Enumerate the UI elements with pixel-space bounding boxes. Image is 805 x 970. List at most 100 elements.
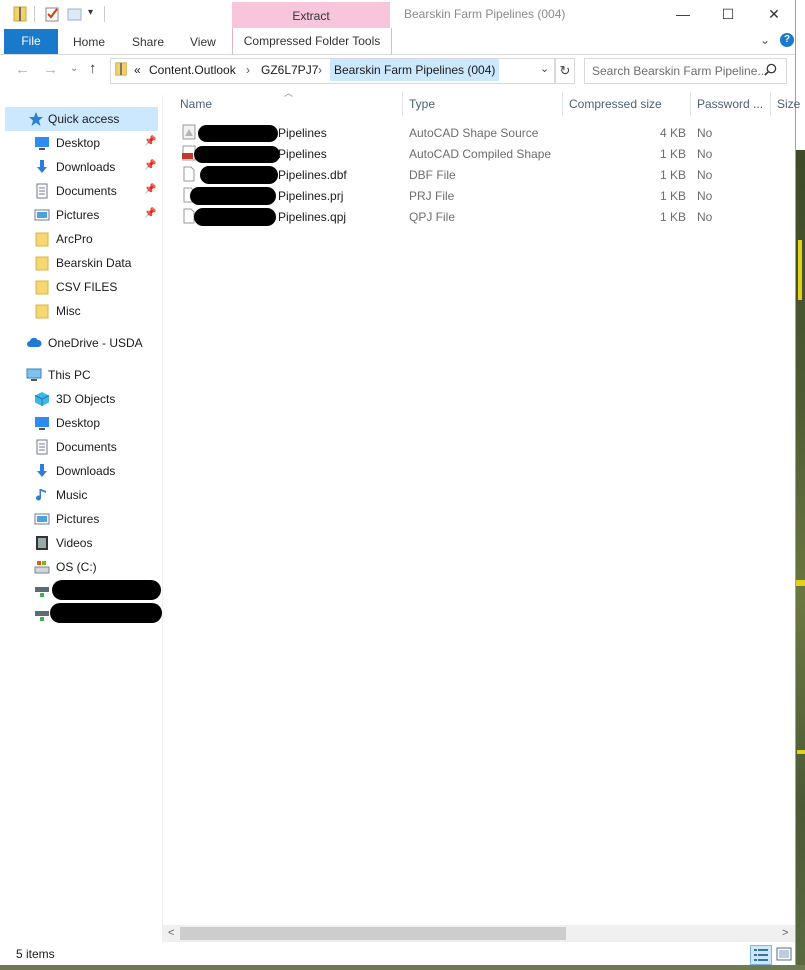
- column-header-compressed-size[interactable]: Compressed size: [569, 97, 662, 111]
- scroll-left-icon[interactable]: <: [168, 927, 174, 939]
- details-view-button[interactable]: [750, 945, 772, 965]
- breadcrumb-separator[interactable]: ›: [318, 63, 322, 77]
- shape-source-icon: [182, 124, 196, 140]
- nav-label: OneDrive - USDA: [48, 336, 143, 350]
- nav-label: Quick access: [48, 112, 120, 126]
- tab-home[interactable]: Home: [73, 35, 105, 49]
- nav-item-pictures[interactable]: Pictures 📌: [0, 203, 158, 227]
- column-header-password[interactable]: Password ...: [697, 97, 763, 111]
- column-divider[interactable]: [402, 92, 403, 116]
- file-row[interactable]: Pipelines.prj PRJ File 1 KB No: [176, 185, 786, 206]
- pictures-icon: [34, 513, 50, 525]
- nav-item-downloads-pc[interactable]: Downloads: [0, 459, 158, 483]
- nav-label: Documents: [56, 184, 117, 198]
- properties-icon[interactable]: [44, 6, 60, 22]
- nav-this-pc[interactable]: This PC: [0, 363, 158, 387]
- breadcrumb-content-outlook[interactable]: Content.Outlook: [149, 63, 236, 77]
- new-folder-icon[interactable]: [67, 6, 83, 22]
- back-arrow-icon[interactable]: ←: [15, 61, 30, 78]
- tab-view[interactable]: View: [190, 35, 216, 49]
- nav-item-music[interactable]: Music: [0, 483, 158, 507]
- nav-item-os-drive[interactable]: OS (C:): [0, 555, 158, 579]
- close-button[interactable]: ✕: [751, 0, 797, 30]
- nav-item-videos[interactable]: Videos: [0, 531, 158, 555]
- qat-divider: [104, 6, 105, 22]
- nav-item-csv-files[interactable]: CSV FILES: [0, 275, 158, 299]
- help-icon[interactable]: ?: [780, 33, 794, 47]
- up-arrow-icon[interactable]: ↑: [89, 60, 97, 77]
- nav-item-documents[interactable]: Documents 📌: [0, 179, 158, 203]
- file-password: No: [697, 147, 713, 161]
- large-icons-view-icon[interactable]: [776, 946, 792, 962]
- nav-label: Pictures: [56, 512, 100, 526]
- pictures-icon: [34, 209, 50, 221]
- column-header-size[interactable]: Size: [777, 97, 800, 111]
- breadcrumb-gz6l7pj7[interactable]: GZ6L7PJ7: [261, 63, 318, 77]
- nav-quick-access[interactable]: Quick access: [0, 107, 158, 131]
- file-name: Pipelines: [278, 147, 327, 161]
- file-row[interactable]: Pipelines.qpj QPJ File 1 KB No: [176, 206, 786, 227]
- nav-onedrive[interactable]: OneDrive - USDA: [0, 331, 158, 355]
- expand-ribbon-icon[interactable]: ⌄: [760, 33, 770, 47]
- refresh-icon[interactable]: ↻: [555, 58, 575, 84]
- background-app-strip: [795, 150, 805, 970]
- pin-icon[interactable]: 📌: [144, 208, 156, 219]
- star-icon: [29, 112, 43, 126]
- nav-item-3d-objects[interactable]: 3D Objects: [0, 387, 158, 411]
- recent-locations-icon[interactable]: ⌄: [70, 63, 78, 74]
- file-password: No: [697, 189, 713, 203]
- nav-item-misc[interactable]: Misc: [0, 299, 158, 323]
- breadcrumb-overflow[interactable]: «: [134, 63, 141, 77]
- nav-item-desktop-pc[interactable]: Desktop: [0, 411, 158, 435]
- qat-customize-icon[interactable]: ▾: [88, 7, 93, 18]
- nav-label: Desktop: [56, 136, 101, 150]
- pin-icon[interactable]: 📌: [144, 136, 156, 147]
- scroll-right-icon[interactable]: >: [782, 927, 788, 939]
- desktop-icon: [35, 417, 49, 430]
- nav-item-arcpro[interactable]: ArcPro: [0, 227, 158, 251]
- breadcrumb-current-folder[interactable]: Bearskin Farm Pipelines (004): [330, 59, 500, 81]
- music-icon: [36, 489, 46, 501]
- folder-icon: [35, 232, 49, 247]
- nav-item-desktop[interactable]: Desktop 📌: [0, 131, 158, 155]
- nav-item-pictures-pc[interactable]: Pictures: [0, 507, 158, 531]
- tab-share[interactable]: Share: [132, 35, 164, 49]
- nav-item-bearskin-data[interactable]: Bearskin Data: [0, 251, 158, 275]
- file-compressed-size: 1 KB: [660, 147, 687, 161]
- file-row[interactable]: Pipelines AutoCAD Shape Source 4 KB No: [176, 122, 786, 143]
- breadcrumb-separator[interactable]: ›: [246, 63, 250, 77]
- nav-label: Videos: [56, 536, 93, 550]
- nav-item-documents-pc[interactable]: Documents: [0, 435, 158, 459]
- file-row[interactable]: Pipelines AutoCAD Compiled Shape 1 KB No: [176, 143, 786, 164]
- file-name: Pipelines.prj: [278, 189, 344, 203]
- pin-icon[interactable]: 📌: [144, 184, 156, 195]
- file-type: PRJ File: [409, 189, 455, 203]
- column-header-type[interactable]: Type: [409, 97, 435, 111]
- tab-file[interactable]: File: [4, 29, 58, 54]
- address-dropdown-icon[interactable]: ⌄: [540, 62, 549, 75]
- search-icon[interactable]: [764, 63, 777, 76]
- folder-icon: [35, 280, 49, 295]
- file-name: Pipelines.qpj: [278, 210, 347, 224]
- file-type: AutoCAD Shape Source: [409, 126, 539, 140]
- column-divider[interactable]: [690, 92, 691, 116]
- nav-label: Pictures: [56, 208, 100, 222]
- column-divider[interactable]: [562, 92, 563, 116]
- pin-icon[interactable]: 📌: [144, 160, 156, 171]
- nav-item-network-drive[interactable]: [0, 603, 162, 627]
- forward-arrow-icon[interactable]: →: [43, 61, 58, 78]
- nav-item-downloads[interactable]: Downloads 📌: [0, 155, 158, 179]
- maximize-button[interactable]: ☐: [705, 0, 751, 30]
- redaction-mark: [52, 580, 161, 600]
- extract-tab-group[interactable]: Extract: [232, 2, 390, 28]
- nav-item-network-drive[interactable]: [0, 579, 161, 603]
- column-header-name[interactable]: Name: [180, 97, 212, 111]
- redaction-mark: [194, 208, 276, 226]
- column-divider[interactable]: [770, 92, 771, 116]
- zip-folder-icon: [115, 62, 127, 76]
- minimize-button[interactable]: —: [660, 0, 706, 30]
- pane-splitter[interactable]: [162, 95, 163, 943]
- scrollbar-thumb[interactable]: [180, 927, 566, 940]
- tab-compressed-folder-tools[interactable]: Compressed Folder Tools: [232, 28, 392, 54]
- file-row[interactable]: Pipelines.dbf DBF File 1 KB No: [176, 164, 786, 185]
